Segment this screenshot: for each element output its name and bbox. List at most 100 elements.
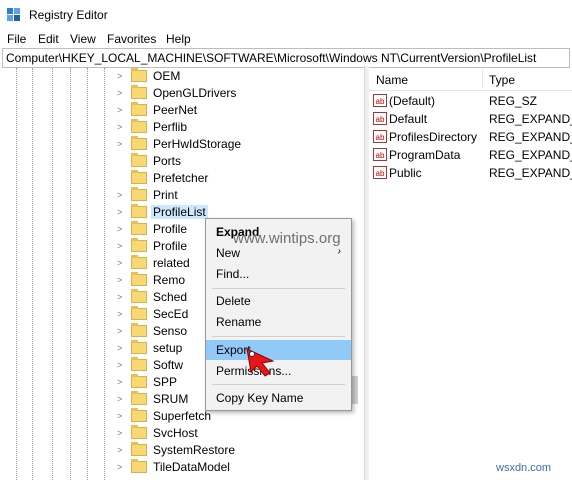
expand-arrow-icon[interactable]: > — [117, 394, 122, 404]
expand-arrow-icon[interactable]: > — [117, 207, 122, 217]
tree-item[interactable]: > PerHwIdStorage — [0, 136, 362, 153]
value-row[interactable]: abPublic REG_EXPAND_SZ — [369, 164, 572, 182]
string-value-icon: ab — [373, 130, 387, 143]
menu-item-label: New — [216, 246, 241, 260]
menu-item-label: Copy Key Name — [216, 391, 304, 405]
menu-view[interactable]: View — [70, 32, 96, 46]
tree-item-label: setup — [153, 341, 183, 355]
tree-item-label: Softw — [153, 358, 184, 372]
column-header-name[interactable]: Name — [376, 73, 408, 87]
value-row[interactable]: abDefault REG_EXPAND_SZ — [369, 110, 572, 128]
tree-item[interactable]: > Perflib — [0, 119, 362, 136]
tree-item-label: Profile — [153, 222, 188, 236]
menu-item-find[interactable]: Find... — [206, 264, 351, 284]
expand-arrow-icon[interactable]: > — [117, 411, 122, 421]
folder-icon — [131, 119, 147, 133]
folder-icon — [131, 221, 147, 235]
menu-item-label: Find... — [216, 267, 250, 281]
folder-icon — [131, 187, 147, 201]
menu-bar: File Edit View Favorites Help — [0, 30, 572, 48]
folder-icon — [131, 153, 147, 167]
menu-item-delete[interactable]: Delete — [206, 291, 351, 311]
menu-file[interactable]: File — [7, 32, 26, 46]
value-type: REG_EXPAND_SZ — [489, 112, 572, 126]
folder-icon — [131, 136, 147, 150]
expand-arrow-icon[interactable]: > — [117, 258, 122, 268]
expand-arrow-icon[interactable]: > — [117, 224, 122, 234]
folder-icon — [131, 238, 147, 252]
tree-item-label: PeerNet — [153, 103, 198, 117]
menu-item-copy-key-name[interactable]: Copy Key Name — [206, 388, 351, 408]
value-name: (Default) — [389, 94, 436, 108]
value-row[interactable]: abProgramData REG_EXPAND_SZ — [369, 146, 572, 164]
menu-favorites[interactable]: Favorites — [107, 32, 156, 46]
tree-item[interactable]: > OEM — [0, 68, 362, 85]
expand-arrow-icon[interactable]: > — [117, 326, 122, 336]
address-path: Computer\HKEY_LOCAL_MACHINE\SOFTWARE\Mic… — [6, 51, 537, 65]
tree-item-label: SvcHost — [153, 426, 198, 440]
string-value-icon: ab — [373, 112, 387, 125]
corner-watermark: wsxdn.com — [496, 462, 552, 474]
expand-arrow-icon[interactable]: > — [117, 105, 122, 115]
tree-item[interactable]: > TileDataModel — [0, 459, 362, 476]
menu-separator — [212, 288, 345, 289]
string-value-icon: ab — [373, 148, 387, 161]
tree-item[interactable]: > OpenGLDrivers — [0, 85, 362, 102]
expand-arrow-icon[interactable]: > — [117, 343, 122, 353]
menu-item-permissions[interactable]: Permissions... — [206, 361, 351, 381]
tree-item[interactable]: Ports — [0, 153, 362, 170]
folder-icon — [131, 102, 147, 116]
menu-separator — [212, 336, 345, 337]
menu-edit[interactable]: Edit — [38, 32, 59, 46]
tree-item-label: TileDataModel — [153, 460, 230, 474]
folder-icon — [131, 357, 147, 371]
value-type: REG_EXPAND_SZ — [489, 148, 572, 162]
tree-item[interactable]: > PeerNet — [0, 102, 362, 119]
title-bar: Registry Editor — [0, 0, 572, 30]
expand-arrow-icon[interactable]: > — [117, 71, 122, 81]
folder-icon — [131, 459, 147, 473]
value-type: REG_SZ — [489, 94, 538, 108]
menu-item-rename[interactable]: Rename — [206, 312, 351, 332]
value-row[interactable]: ab (Default) REG_SZ — [369, 92, 572, 110]
expand-arrow-icon[interactable]: > — [117, 88, 122, 98]
expand-arrow-icon[interactable]: > — [117, 241, 122, 251]
folder-icon — [131, 85, 147, 99]
folder-icon — [131, 425, 147, 439]
folder-icon — [131, 170, 147, 184]
tree-item[interactable]: > SvcHost — [0, 425, 362, 442]
tree-item-label: SPP — [153, 375, 178, 389]
expand-arrow-icon[interactable]: > — [117, 309, 122, 319]
tree-item-label: OEM — [153, 69, 181, 83]
folder-icon — [131, 255, 147, 269]
tree-item-label: Ports — [153, 154, 182, 168]
value-row[interactable]: abProfilesDirectory REG_EXPAND_SZ — [369, 128, 572, 146]
expand-arrow-icon[interactable]: > — [117, 292, 122, 302]
column-divider[interactable] — [482, 70, 483, 88]
expand-arrow-icon[interactable]: > — [117, 190, 122, 200]
expand-arrow-icon[interactable]: > — [117, 428, 122, 438]
expand-arrow-icon[interactable]: > — [117, 377, 122, 387]
tree-item-label: ProfileList — [151, 205, 208, 219]
menu-item-export[interactable]: Export — [206, 340, 351, 360]
column-header-type[interactable]: Type — [489, 73, 515, 87]
folder-icon — [131, 204, 147, 218]
tree-item[interactable]: > SystemRestore — [0, 442, 362, 459]
tree-item-label: SecEd — [153, 307, 189, 321]
tree-item-label: Prefetcher — [153, 171, 209, 185]
folder-icon — [131, 272, 147, 286]
expand-arrow-icon[interactable]: > — [117, 360, 122, 370]
folder-icon — [131, 323, 147, 337]
expand-arrow-icon[interactable]: > — [117, 139, 122, 149]
folder-icon — [131, 391, 147, 405]
expand-arrow-icon[interactable]: > — [117, 445, 122, 455]
values-header: Name Type — [369, 68, 572, 91]
expand-arrow-icon[interactable]: > — [117, 122, 122, 132]
tree-item[interactable]: > Print — [0, 187, 362, 204]
menu-help[interactable]: Help — [166, 32, 191, 46]
address-bar[interactable]: Computer\HKEY_LOCAL_MACHINE\SOFTWARE\Mic… — [2, 48, 570, 68]
expand-arrow-icon[interactable]: > — [117, 462, 122, 472]
tree-item[interactable]: Prefetcher — [0, 170, 362, 187]
expand-arrow-icon[interactable]: > — [117, 275, 122, 285]
folder-icon — [131, 408, 147, 422]
